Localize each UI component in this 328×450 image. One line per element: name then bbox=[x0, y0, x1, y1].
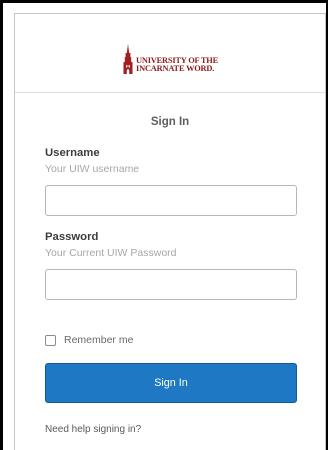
remember-me-label[interactable]: Remember me bbox=[64, 334, 133, 346]
password-hint: Your Current UIW Password bbox=[45, 247, 177, 259]
form-title: Sign In bbox=[150, 116, 190, 128]
username-hint: Your UIW username bbox=[45, 163, 140, 175]
remember-me-checkbox[interactable] bbox=[45, 334, 56, 346]
university-logo[interactable]: UNIVERSITY OF THE INCARNATE WORD. bbox=[122, 44, 218, 74]
remember-me-row[interactable]: Remember me bbox=[45, 334, 295, 346]
sign-in-card: UNIVERSITY OF THE INCARNATE WORD. Sign I… bbox=[14, 13, 326, 450]
password-input[interactable] bbox=[45, 269, 297, 300]
card-header: UNIVERSITY OF THE INCARNATE WORD. bbox=[15, 14, 325, 93]
logo-line-2: INCARNATE WORD. bbox=[136, 64, 215, 73]
username-input[interactable] bbox=[45, 185, 297, 216]
sign-in-form: Sign In Username Your UIW username Passw… bbox=[15, 116, 325, 437]
password-label: Password bbox=[45, 231, 99, 243]
logo-wordmark: UNIVERSITY OF THE INCARNATE WORD. bbox=[136, 56, 218, 74]
username-label: Username bbox=[45, 147, 100, 159]
tower-logo-icon bbox=[123, 44, 133, 74]
sign-in-button[interactable]: Sign In bbox=[45, 363, 297, 403]
help-signing-in-link[interactable]: Need help signing in? bbox=[45, 424, 141, 435]
